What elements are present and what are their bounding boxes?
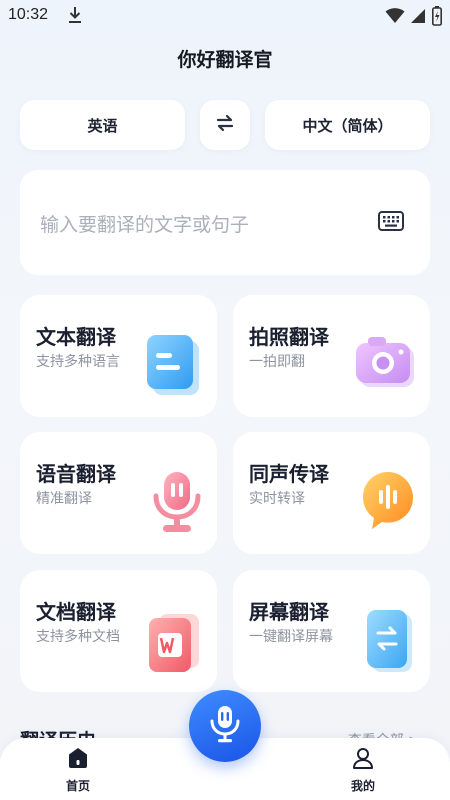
- card-subtitle: 精准翻译: [36, 491, 92, 507]
- phone-screen-icon: [364, 608, 416, 678]
- user-icon: [351, 748, 375, 774]
- nav-home-tab[interactable]: 首页: [38, 746, 118, 794]
- keyboard-icon[interactable]: [378, 211, 404, 235]
- card-title: 文档翻译: [36, 600, 116, 624]
- camera-icon: [354, 333, 416, 395]
- signal-icon: [410, 8, 426, 28]
- card-subtitle: 支持多种语言: [36, 354, 120, 370]
- translate-input-placeholder: 输入要翻译的文字或句子: [40, 214, 250, 236]
- battery-icon: [432, 6, 442, 30]
- microphone-icon: [151, 470, 203, 540]
- source-language-label: 英语: [87, 116, 118, 135]
- card-subtitle: 一键翻译屏幕: [249, 629, 333, 645]
- target-language-button[interactable]: 中文（简体）: [265, 100, 430, 150]
- screen-translate-card[interactable]: 屏幕翻译 一键翻译屏幕: [233, 570, 430, 692]
- voice-translate-card[interactable]: 语音翻译 精准翻译: [20, 432, 217, 554]
- download-icon: [68, 6, 82, 28]
- text-translate-card[interactable]: 文本翻译 支持多种语言: [20, 295, 217, 417]
- document-translate-card[interactable]: 文档翻译 支持多种文档: [20, 570, 217, 692]
- card-subtitle: 一拍即翻: [249, 354, 305, 370]
- home-icon: [66, 748, 90, 774]
- nav-mine-tab[interactable]: 我的: [323, 746, 403, 794]
- nav-home-label: 首页: [65, 779, 90, 793]
- translate-input-box[interactable]: 输入要翻译的文字或句子: [20, 170, 430, 275]
- swap-languages-button[interactable]: [200, 100, 250, 150]
- voice-input-button[interactable]: [189, 690, 261, 762]
- card-title: 拍照翻译: [249, 325, 329, 349]
- word-document-icon: [147, 608, 203, 680]
- swap-arrows-icon: [215, 113, 235, 137]
- card-subtitle: 支持多种文档: [36, 629, 120, 645]
- text-document-icon: [145, 333, 203, 403]
- source-language-button[interactable]: 英语: [20, 100, 185, 150]
- wifi-icon: [385, 8, 405, 28]
- nav-mine-label: 我的: [350, 779, 375, 793]
- card-subtitle: 实时转译: [249, 491, 305, 507]
- status-time: 10:32: [8, 6, 49, 23]
- app-title: 你好翻译官: [177, 49, 273, 71]
- card-title: 语音翻译: [36, 462, 116, 486]
- photo-translate-card[interactable]: 拍照翻译 一拍即翻: [233, 295, 430, 417]
- status-bar: 10:32: [0, 0, 450, 32]
- microphone-icon: [209, 705, 241, 747]
- simultaneous-interpretation-card[interactable]: 同声传译 实时转译: [233, 432, 430, 554]
- target-language-label: 中文（简体）: [302, 116, 393, 135]
- card-title: 同声传译: [249, 462, 329, 486]
- card-title: 屏幕翻译: [249, 600, 329, 624]
- card-title: 文本翻译: [36, 325, 116, 349]
- voice-bubble-icon: [360, 470, 416, 536]
